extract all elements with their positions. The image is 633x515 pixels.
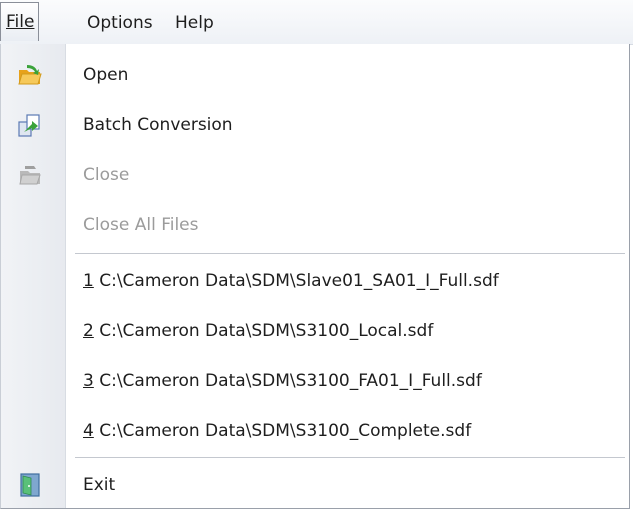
close-label: Close (83, 165, 130, 185)
recent-file-4-number: 4 (83, 421, 94, 441)
recent-file-4[interactable]: 4 C:\Cameron Data\SDM\S3100_Complete.sdf (1, 406, 629, 456)
open-folder-icon (17, 62, 43, 88)
exit-label: Exit (83, 475, 116, 495)
menu-item-batch-conversion[interactable]: Batch Conversion (1, 100, 629, 150)
menu-bar: File Options Help (0, 0, 633, 45)
recent-file-3-path: C:\Cameron Data\SDM\S3100_FA01_I_Full.sd… (93, 371, 482, 391)
recent-file-1-path: C:\Cameron Data\SDM\Slave01_SA01_I_Full.… (93, 271, 499, 291)
menu-separator (75, 253, 625, 254)
recent-file-2[interactable]: 2 C:\Cameron Data\SDM\S3100_Local.sdf (1, 306, 629, 356)
menu-separator (75, 457, 625, 458)
file-menu-dropdown: Open Batch Conversion Close Close All Fi… (0, 44, 630, 509)
recent-file-2-path: C:\Cameron Data\SDM\S3100_Local.sdf (93, 321, 434, 341)
recent-file-4-path: C:\Cameron Data\SDM\S3100_Complete.sdf (93, 421, 472, 441)
menu-item-close[interactable]: Close (1, 150, 629, 200)
close-all-files-label: Close All Files (83, 215, 199, 235)
open-label: Open (83, 65, 129, 85)
exit-door-icon (17, 472, 43, 498)
recent-file-3-number: 3 (83, 371, 94, 391)
menu-options[interactable]: Options (79, 8, 161, 38)
options-menu-label: Options (87, 13, 153, 33)
menu-item-exit[interactable]: Exit (1, 460, 629, 510)
file-menu-label: File (6, 12, 35, 32)
batch-conversion-label: Batch Conversion (83, 115, 233, 135)
menu-help[interactable]: Help (167, 8, 222, 38)
close-folder-icon (17, 162, 43, 188)
recent-file-3[interactable]: 3 C:\Cameron Data\SDM\S3100_FA01_I_Full.… (1, 356, 629, 406)
recent-file-1-number: 1 (83, 271, 94, 291)
help-menu-label: Help (175, 13, 214, 33)
menu-item-open[interactable]: Open (1, 50, 629, 100)
batch-conversion-icon (17, 112, 43, 138)
menu-file[interactable]: File (0, 2, 40, 41)
recent-file-2-number: 2 (83, 321, 94, 341)
recent-file-1[interactable]: 1 C:\Cameron Data\SDM\Slave01_SA01_I_Ful… (1, 256, 629, 306)
menu-item-close-all-files[interactable]: Close All Files (1, 200, 629, 250)
